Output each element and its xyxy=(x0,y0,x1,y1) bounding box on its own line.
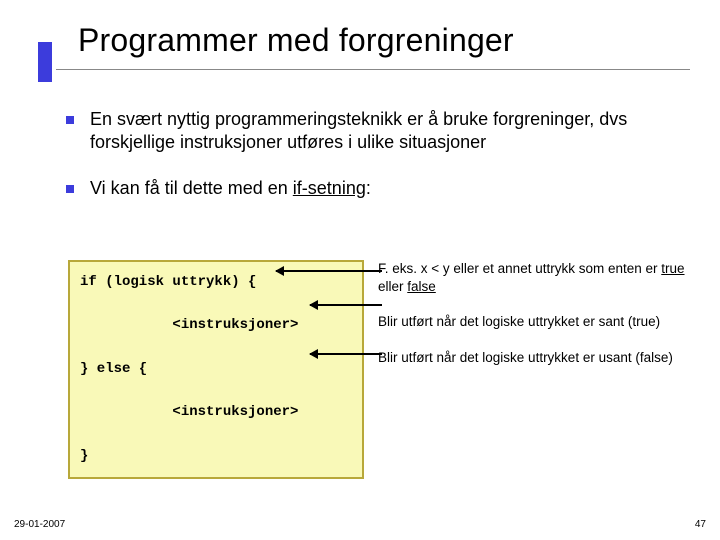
arrow-icon xyxy=(276,270,382,272)
annotation-2: Blir utført når det logiske uttrykket er… xyxy=(378,313,690,331)
bullet-square-icon xyxy=(66,116,74,124)
bullet-text-underlined: if-setning xyxy=(293,178,366,198)
arrow-icon xyxy=(310,304,382,306)
title-area: Programmer med forgreninger xyxy=(38,22,690,70)
bullet-list: En svært nyttig programmeringsteknikk er… xyxy=(66,108,684,222)
lower-row: if (logisk uttrykk) { <instruksjoner> } … xyxy=(68,260,690,479)
bullet-text-pre: Vi kan få til dette med en xyxy=(90,178,293,198)
bullet-text: En svært nyttig programmeringsteknikk er… xyxy=(90,108,684,155)
bullet-item: En svært nyttig programmeringsteknikk er… xyxy=(66,108,684,155)
footer-page-number: 47 xyxy=(695,519,706,530)
annotation-text: F. eks. x < y eller et annet uttrykk som… xyxy=(378,261,661,276)
bullet-square-icon xyxy=(66,185,74,193)
annotation-underlined: false xyxy=(407,279,436,294)
bullet-item: Vi kan få til dette med en if-setning: xyxy=(66,177,684,200)
bullet-text: Vi kan få til dette med en if-setning: xyxy=(90,177,371,200)
arrow-icon xyxy=(310,353,382,355)
annotation-text: eller xyxy=(378,279,407,294)
code-box: if (logisk uttrykk) { <instruksjoner> } … xyxy=(68,260,364,479)
annotation-underlined: true xyxy=(661,261,684,276)
annotation-3: Blir utført når det logiske uttrykket er… xyxy=(378,349,690,367)
bullet-text-post: : xyxy=(366,178,371,198)
title-accent-bar xyxy=(38,42,52,82)
annotations-column: F. eks. x < y eller et annet uttrykk som… xyxy=(378,260,690,384)
title-underline xyxy=(56,69,690,70)
footer-date: 29-01-2007 xyxy=(14,519,65,530)
annotation-1: F. eks. x < y eller et annet uttrykk som… xyxy=(378,260,690,296)
slide-title: Programmer med forgreninger xyxy=(78,22,690,59)
